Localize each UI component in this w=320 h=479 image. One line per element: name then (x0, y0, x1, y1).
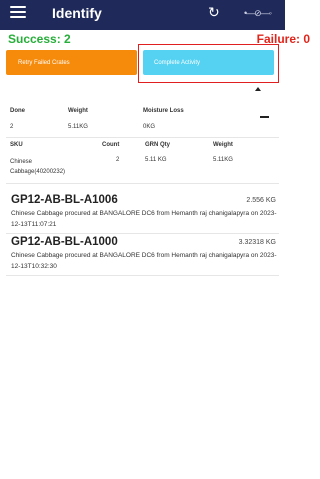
crate-description: Chinese Cabbage procured at BANGALORE DC… (11, 210, 277, 228)
app-bar: Identify ↻ •—⊘—◦ (0, 0, 285, 30)
crate-code: GP12-AB-BL-A1006 (11, 194, 118, 206)
moisture-header: Moisture Loss (143, 108, 184, 114)
divider (6, 183, 279, 184)
sku-header: SKU (10, 142, 23, 148)
sku-grn-qty: 5.11 KG (145, 157, 167, 163)
menu-icon[interactable] (10, 6, 26, 20)
list-item[interactable]: GP12-AB-BL-A1006 2.556 KG Chinese Cabbag… (6, 194, 279, 233)
crate-code: GP12-AB-BL-A1000 (11, 236, 118, 248)
sku-name: Chinese Cabbage(40200232) (10, 159, 66, 175)
weight-header: Weight (68, 108, 88, 114)
moisture-value: 0KG (143, 124, 156, 130)
divider (6, 233, 279, 234)
sku-count: 2 (116, 157, 120, 163)
crate-weight: 2.556 KG (246, 197, 276, 204)
complete-activity-button[interactable]: Complete Activity (143, 50, 274, 75)
done-value: 2 (10, 124, 14, 130)
chevron-up-icon[interactable] (255, 87, 261, 91)
done-header: Done (10, 108, 25, 114)
divider (6, 137, 279, 138)
divider (6, 275, 279, 276)
refresh-icon[interactable]: ↻ (208, 4, 220, 21)
crate-weight: 3.32318 KG (238, 239, 276, 246)
collapse-icon[interactable] (260, 116, 269, 118)
retry-failed-crates-button[interactable]: Retry Failed Crates (6, 50, 137, 75)
weight-value: 5.11KG (68, 124, 88, 130)
usb-icon[interactable]: •—⊘—◦ (244, 8, 272, 19)
success-count: Success: 2 (8, 32, 71, 46)
sku-weight-header: Weight (213, 142, 233, 148)
sku-weight: 5.11KG (213, 157, 233, 163)
page-title: Identify (52, 5, 102, 21)
count-header: Count (102, 142, 120, 148)
crate-description: Chinese Cabbage procured at BANGALORE DC… (11, 252, 277, 270)
grn-qty-header: GRN Qty (145, 142, 171, 148)
list-item[interactable]: GP12-AB-BL-A1000 3.32318 KG Chinese Cabb… (6, 236, 279, 274)
